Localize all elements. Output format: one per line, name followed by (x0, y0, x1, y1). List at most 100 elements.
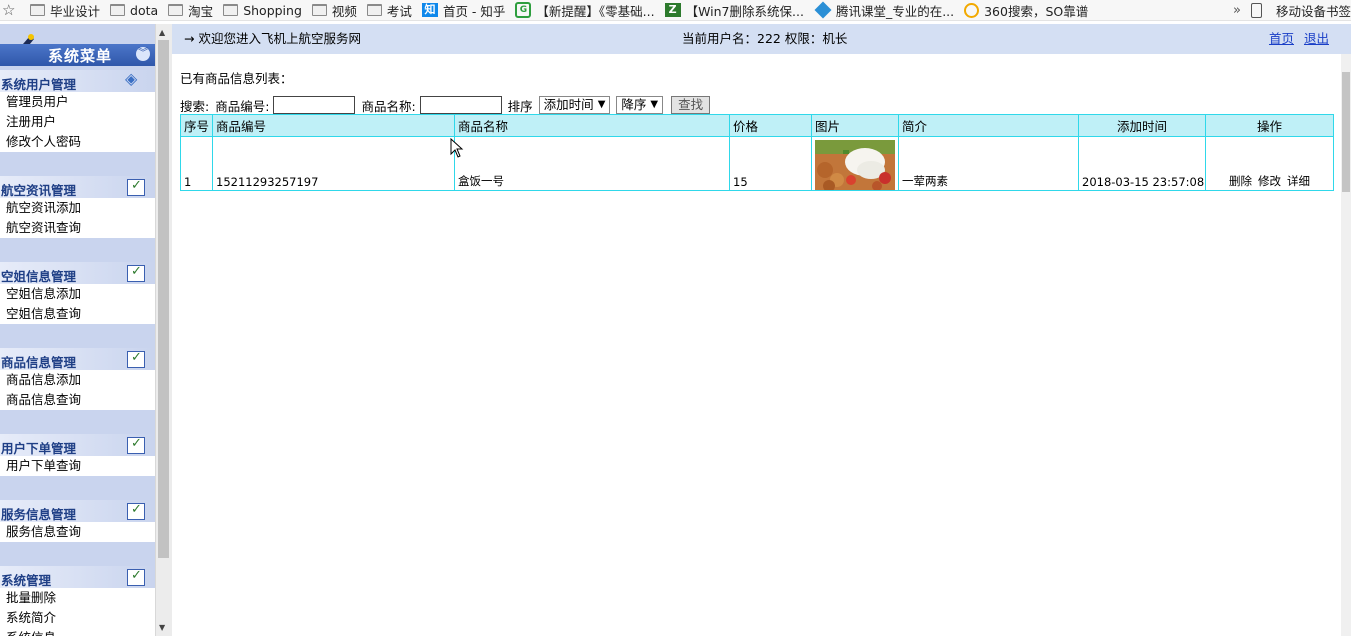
mobile-device-icon (1250, 2, 1262, 18)
sidebar-item[interactable]: 用户下单查询 (0, 456, 155, 476)
top-links: 首页 退出 (1263, 28, 1329, 47)
sidebar-section-title: 用户下单管理 (1, 441, 77, 456)
main-content: 已有商品信息列表： 搜索: 商品编号: 商品名称: 排序 添加时间 ▼ 降序 ▼… (172, 54, 1351, 636)
bookmark-label: Shopping (243, 2, 302, 18)
sidebar-item[interactable]: 航空资讯查询 (0, 218, 155, 238)
green-g-icon: G (515, 2, 532, 18)
logout-link[interactable]: 退出 (1304, 31, 1329, 46)
sidebar-section-aviation-news[interactable]: 航空资讯管理 (0, 176, 155, 198)
cell-price: 15 (729, 136, 812, 191)
sidebar-section-product-info[interactable]: 商品信息管理 (0, 348, 155, 370)
folder-icon (168, 4, 184, 16)
sidebar-section-service-info[interactable]: 服务信息管理 (0, 500, 155, 522)
sidebar-item[interactable]: 管理员用户 (0, 92, 155, 112)
bookmark-item[interactable]: 毕业设计 (30, 1, 100, 20)
sidebar-item[interactable]: 修改个人密码 (0, 132, 155, 152)
sort-field-select[interactable]: 添加时间 ▼ (538, 96, 611, 114)
sidebar-item[interactable]: 航空资讯添加 (0, 198, 155, 218)
sidebar-item[interactable]: 服务信息查询 (0, 522, 155, 542)
main-scrollbar[interactable] (1341, 54, 1351, 636)
bookmark-list: 毕业设计 dota 淘宝 Shopping 视频 考试知首页 - 知乎 G 【新提醒】《零基础… (30, 0, 1098, 20)
top-bar: → 欢迎您进入飞机上航空服务网 当前用户名：222 权限：机长 首页 退出 (172, 24, 1351, 54)
sidebar-section-user-orders[interactable]: 用户下单管理 (0, 434, 155, 456)
edit-link[interactable]: 修改 (1258, 174, 1281, 188)
bookmark-item[interactable]: dota (110, 3, 158, 18)
bookmark-item[interactable]: Shopping (223, 3, 302, 18)
main-scroll-thumb[interactable] (1342, 72, 1350, 192)
menu-header: 系统菜单 ︾ (0, 44, 155, 66)
bookmark-star-icon[interactable]: ☆ (2, 1, 15, 19)
bookmark-label: 淘宝 (188, 3, 214, 19)
checklist-icon (127, 568, 145, 586)
table-header-row: 序号 商品编号 商品名称 价格 图片 简介 添加时间 操作 (180, 114, 1334, 137)
sidebar-section-title: 系统用户管理 (1, 77, 77, 92)
sidebar-item[interactable]: 空姐信息查询 (0, 304, 155, 324)
col-header-ops: 操作 (1205, 114, 1334, 137)
name-label: 商品名称: (361, 98, 416, 114)
search-button[interactable]: 查找 (671, 96, 711, 114)
sidebar-section-items: 商品信息添加 商品信息查询 (0, 370, 155, 410)
bookmark-item[interactable]: G 【新提醒】《零基础... (515, 1, 655, 20)
bookmark-item[interactable]: 知首页 - 知乎 (421, 1, 505, 20)
bookmark-label: 腾讯课堂_专业的在... (835, 3, 955, 19)
bookmark-label: 视频 (331, 3, 357, 19)
cell-index: 1 (180, 136, 213, 191)
cell-time: 2018-03-15 23:57:08 (1078, 136, 1206, 191)
sidebar-section-items: 批量删除系统简介系统信息 (0, 588, 155, 636)
sidebar-item[interactable]: 系统信息 (0, 628, 155, 636)
menu-title: 系统菜单 (48, 47, 113, 65)
arrow-icon: → (184, 31, 195, 46)
code-label: 商品编号: (215, 98, 270, 114)
bookmark-item[interactable]: 视频 (311, 1, 357, 20)
zed-icon: Z (664, 3, 681, 17)
detail-link[interactable]: 详细 (1287, 174, 1310, 188)
bookmark-item[interactable]: 考试 (366, 1, 412, 20)
checklist-icon (127, 264, 145, 282)
bookmark-item[interactable]: 淘宝 (168, 1, 213, 20)
sidebar: 系统菜单 ︾ 系统用户管理管理员用户注册用户修改个人密码航空资讯管理航空资讯添加… (0, 24, 155, 636)
sidebar-section-items: 管理员用户 注册用户 修改个人密码 (0, 92, 155, 152)
list-title: 已有商品信息列表： (180, 71, 293, 86)
sidebar-item[interactable]: 注册用户 (0, 112, 155, 132)
sidebar-item[interactable]: 空姐信息添加 (0, 284, 155, 304)
sidebar-item[interactable]: 批量删除 (0, 588, 155, 608)
checklist-icon (127, 178, 145, 196)
delete-link[interactable]: 删除 (1229, 174, 1252, 188)
sidebar-section-items: 空姐信息添加 空姐信息查询 (0, 284, 155, 324)
sidebar-section-stewardess-info[interactable]: 空姐信息管理 (0, 262, 155, 284)
sidebar-item[interactable]: 商品信息添加 (0, 370, 155, 390)
sidebar-section-system-users[interactable]: 系统用户管理 (0, 69, 155, 92)
bookmarks-bar: ☆ 毕业设计 dota 淘宝 Shopping 视频 考试知首页 - 知乎 G 【新提醒】《零… (0, 0, 1351, 21)
sidebar-section-title: 航空资讯管理 (1, 183, 77, 198)
welcome-text: → 欢迎您进入飞机上航空服务网 (184, 28, 361, 47)
sidebar-scroll-thumb[interactable] (158, 40, 169, 558)
product-name-input[interactable] (419, 96, 502, 114)
bookmark-label: 360搜索，SO靠谱 (984, 3, 1089, 19)
cell-code: 15211293257197 (212, 136, 455, 191)
collapse-chevron-icon[interactable]: ︾ (136, 47, 150, 61)
welcome-message: 欢迎您进入飞机上航空服务网 (198, 31, 361, 46)
bookmark-item[interactable]: 腾讯课堂_专业的在... (814, 1, 954, 20)
zhihu-icon: 知 (421, 3, 438, 17)
mobile-bookmarks-link[interactable]: 移动设备书签 (1276, 1, 1351, 20)
scroll-down-arrow-icon[interactable]: ▼ (159, 623, 165, 632)
table-row: 1 15211293257197 盒饭一号 15 一荤两素 2018-03-15… (180, 136, 1334, 191)
home-link[interactable]: 首页 (1269, 31, 1294, 46)
bookmark-item[interactable]: 360搜索，SO靠谱 (964, 1, 1088, 20)
cell-name: 盒饭一号 (454, 136, 730, 191)
more-bookmarks-chevron-icon[interactable]: » (1233, 3, 1241, 18)
folder-icon (311, 4, 327, 16)
sort-label: 排序 (507, 98, 533, 114)
sidebar-section-system-admin[interactable]: 系统管理 (0, 566, 155, 588)
scroll-up-arrow-icon[interactable]: ▲ (159, 28, 165, 37)
product-code-input[interactable] (273, 96, 356, 114)
bookmark-item[interactable]: Z 【Win7删除系统保... (664, 1, 804, 20)
cell-image (811, 136, 899, 191)
sort-order-select[interactable]: 降序 ▼ (616, 96, 664, 114)
checklist-icon (127, 436, 145, 454)
col-header-image: 图片 (811, 114, 899, 137)
sidebar-item[interactable]: 系统简介 (0, 608, 155, 628)
sidebar-item[interactable]: 商品信息查询 (0, 390, 155, 410)
sidebar-scrollbar[interactable]: ▲ ▼ (155, 24, 172, 636)
bookmarks-right: » 移动设备书签 (1233, 0, 1351, 20)
